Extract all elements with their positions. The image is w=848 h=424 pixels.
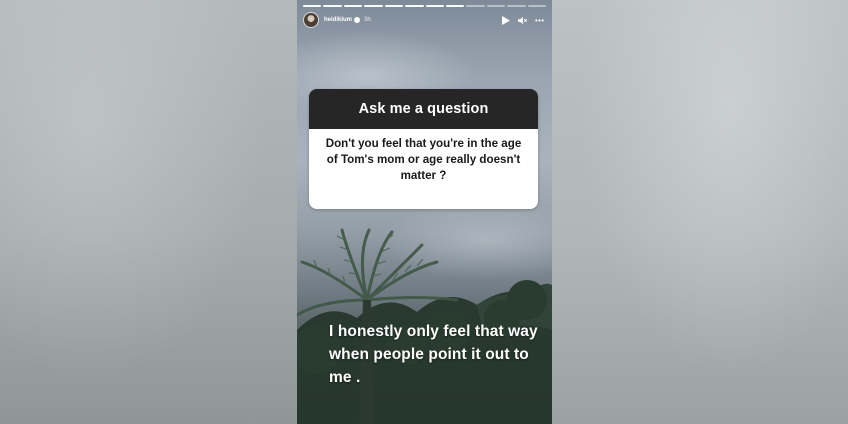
verified-badge-icon	[354, 17, 361, 23]
story-frame[interactable]: heidiklum 3h Ask me a question Don't you…	[297, 0, 552, 424]
progress-segment	[425, 5, 444, 7]
story-header: heidiklum 3h	[303, 11, 544, 29]
story-progress-bar	[303, 5, 547, 7]
progress-segment	[364, 5, 383, 7]
blurred-background-right	[552, 0, 848, 424]
blurred-background-left	[0, 0, 297, 424]
progress-segment	[323, 5, 342, 7]
progress-segment	[466, 5, 485, 7]
page: heidiklum 3h Ask me a question Don't you…	[0, 0, 848, 424]
progress-segment	[384, 5, 404, 7]
question-text: Don't you feel that you're in the age of…	[309, 129, 538, 209]
avatar[interactable]	[303, 12, 319, 28]
progress-segment	[486, 5, 506, 7]
progress-segment	[527, 5, 547, 7]
more-icon[interactable]	[535, 16, 544, 25]
progress-segment	[507, 5, 526, 7]
story-timestamp: 3h	[364, 17, 371, 23]
story-controls	[501, 15, 544, 25]
question-sticker[interactable]: Ask me a question Don't you feel that yo…	[309, 89, 538, 209]
progress-segment	[343, 5, 363, 7]
progress-segment	[405, 5, 424, 7]
question-sticker-header: Ask me a question	[309, 89, 538, 129]
username[interactable]: heidiklum	[324, 17, 352, 23]
answer-text: I honestly only feel that way when peopl…	[329, 323, 538, 386]
progress-segment	[445, 5, 465, 7]
mute-icon[interactable]	[518, 16, 527, 25]
progress-segment	[303, 5, 322, 7]
play-icon[interactable]	[501, 15, 510, 25]
